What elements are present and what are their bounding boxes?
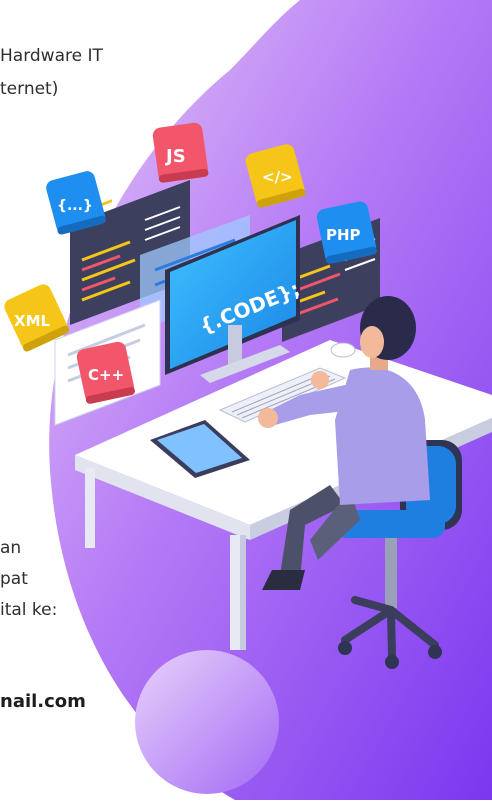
purple-sphere-shape [135, 650, 279, 794]
desk-leg-left [85, 468, 95, 548]
mouse [330, 342, 356, 358]
badge-braces-label: {...} [57, 198, 93, 214]
badge-tag-label: </> [262, 168, 293, 186]
badge-js-label: JS [164, 146, 186, 167]
badge-xml-label: XML [14, 312, 50, 330]
desk-leg-mid [230, 535, 241, 650]
badge-cpp-label: C++ [88, 366, 124, 384]
badge-php-label: PHP [326, 226, 361, 244]
programmer-illustration: {.CODE}; JS {...} </> PHP XML C++ [4, 0, 492, 800]
